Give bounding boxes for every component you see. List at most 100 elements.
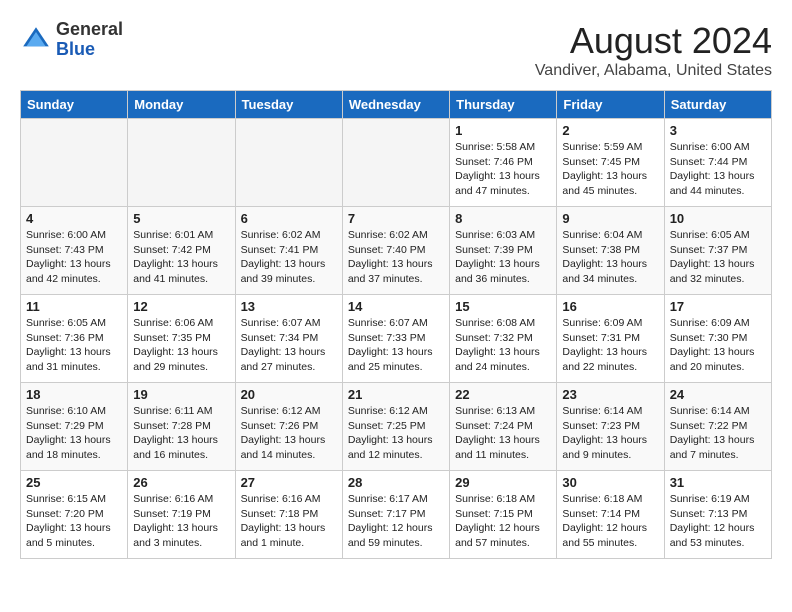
day-info: Sunrise: 6:12 AM Sunset: 7:26 PM Dayligh…: [241, 404, 337, 463]
day-info: Sunrise: 6:18 AM Sunset: 7:15 PM Dayligh…: [455, 492, 551, 551]
day-number: 5: [133, 211, 229, 226]
day-cell: 9Sunrise: 6:04 AM Sunset: 7:38 PM Daylig…: [557, 207, 664, 295]
day-cell: 15Sunrise: 6:08 AM Sunset: 7:32 PM Dayli…: [450, 295, 557, 383]
day-info: Sunrise: 6:17 AM Sunset: 7:17 PM Dayligh…: [348, 492, 444, 551]
day-number: 4: [26, 211, 122, 226]
day-cell: 24 Sunrise: 6:14 AM Sunset: 7:22 PM Dayli…: [664, 383, 771, 471]
day-cell: 16Sunrise: 6:09 AM Sunset: 7:31 PM Dayli…: [557, 295, 664, 383]
day-number: 31: [670, 475, 766, 490]
day-info: Sunrise: 6:13 AM Sunset: 7:24 PM Dayligh…: [455, 404, 551, 463]
day-info: Sunrise: 6:07 AM Sunset: 7:33 PM Dayligh…: [348, 316, 444, 375]
calendar-body: 1 Sunrise: 5:58 AM Sunset: 7:46 PM Daylig…: [21, 119, 772, 559]
day-number: 16: [562, 299, 658, 314]
day-cell: 2 Sunrise: 5:59 AM Sunset: 7:45 PM Daylig…: [557, 119, 664, 207]
weekday-header-wednesday: Wednesday: [342, 91, 449, 119]
weekday-header-monday: Monday: [128, 91, 235, 119]
day-cell: 5 Sunrise: 6:01 AM Sunset: 7:42 PM Daylig…: [128, 207, 235, 295]
day-number: 27: [241, 475, 337, 490]
day-number: 21: [348, 387, 444, 402]
logo-blue: Blue: [56, 40, 123, 60]
day-number: 29: [455, 475, 551, 490]
day-number: 17: [670, 299, 766, 314]
week-row-5: 25 Sunrise: 6:15 AM Sunset: 7:20 PM Dayli…: [21, 471, 772, 559]
weekday-header-row: SundayMondayTuesdayWednesdayThursdayFrid…: [21, 91, 772, 119]
calendar: SundayMondayTuesdayWednesdayThursdayFrid…: [20, 90, 772, 559]
day-number: 7: [348, 211, 444, 226]
day-info: Sunrise: 6:14 AM Sunset: 7:22 PM Dayligh…: [670, 404, 766, 463]
weekday-header-saturday: Saturday: [664, 91, 771, 119]
day-cell: 14 Sunrise: 6:07 AM Sunset: 7:33 PM Dayli…: [342, 295, 449, 383]
subtitle: Vandiver, Alabama, United States: [535, 62, 772, 80]
weekday-header-sunday: Sunday: [21, 91, 128, 119]
day-info: Sunrise: 6:00 AM Sunset: 7:43 PM Dayligh…: [26, 228, 122, 287]
day-cell: 8 Sunrise: 6:03 AM Sunset: 7:39 PM Daylig…: [450, 207, 557, 295]
day-cell: 6Sunrise: 6:02 AM Sunset: 7:41 PM Daylig…: [235, 207, 342, 295]
day-number: 9: [562, 211, 658, 226]
day-number: 25: [26, 475, 122, 490]
day-info: Sunrise: 5:58 AM Sunset: 7:46 PM Dayligh…: [455, 140, 551, 199]
day-number: 2: [562, 123, 658, 138]
week-row-1: 1 Sunrise: 5:58 AM Sunset: 7:46 PM Daylig…: [21, 119, 772, 207]
day-cell: [235, 119, 342, 207]
day-number: 11: [26, 299, 122, 314]
day-info: Sunrise: 6:05 AM Sunset: 7:37 PM Dayligh…: [670, 228, 766, 287]
day-info: Sunrise: 6:19 AM Sunset: 7:13 PM Dayligh…: [670, 492, 766, 551]
day-cell: 19 Sunrise: 6:11 AM Sunset: 7:28 PM Dayli…: [128, 383, 235, 471]
main-title: August 2024: [535, 20, 772, 62]
day-cell: [21, 119, 128, 207]
day-number: 14: [348, 299, 444, 314]
day-info: Sunrise: 6:03 AM Sunset: 7:39 PM Dayligh…: [455, 228, 551, 287]
logo-text: General Blue: [56, 20, 123, 60]
day-number: 1: [455, 123, 551, 138]
weekday-header-tuesday: Tuesday: [235, 91, 342, 119]
day-info: Sunrise: 6:16 AM Sunset: 7:19 PM Dayligh…: [133, 492, 229, 551]
title-area: August 2024 Vandiver, Alabama, United St…: [535, 20, 772, 80]
day-info: Sunrise: 6:00 AM Sunset: 7:44 PM Dayligh…: [670, 140, 766, 199]
day-cell: 29 Sunrise: 6:18 AM Sunset: 7:15 PM Dayli…: [450, 471, 557, 559]
logo: General Blue: [20, 20, 123, 60]
day-cell: 17 Sunrise: 6:09 AM Sunset: 7:30 PM Dayli…: [664, 295, 771, 383]
weekday-header-friday: Friday: [557, 91, 664, 119]
day-number: 10: [670, 211, 766, 226]
day-info: Sunrise: 6:15 AM Sunset: 7:20 PM Dayligh…: [26, 492, 122, 551]
day-info: Sunrise: 6:09 AM Sunset: 7:30 PM Dayligh…: [670, 316, 766, 375]
day-info: Sunrise: 5:59 AM Sunset: 7:45 PM Dayligh…: [562, 140, 658, 199]
day-number: 8: [455, 211, 551, 226]
week-row-3: 11 Sunrise: 6:05 AM Sunset: 7:36 PM Dayli…: [21, 295, 772, 383]
day-info: Sunrise: 6:06 AM Sunset: 7:35 PM Dayligh…: [133, 316, 229, 375]
day-number: 12: [133, 299, 229, 314]
day-cell: 13 Sunrise: 6:07 AM Sunset: 7:34 PM Dayli…: [235, 295, 342, 383]
day-cell: 20Sunrise: 6:12 AM Sunset: 7:26 PM Dayli…: [235, 383, 342, 471]
day-info: Sunrise: 6:02 AM Sunset: 7:40 PM Dayligh…: [348, 228, 444, 287]
day-info: Sunrise: 6:11 AM Sunset: 7:28 PM Dayligh…: [133, 404, 229, 463]
day-number: 3: [670, 123, 766, 138]
day-cell: 28 Sunrise: 6:17 AM Sunset: 7:17 PM Dayli…: [342, 471, 449, 559]
day-info: Sunrise: 6:01 AM Sunset: 7:42 PM Dayligh…: [133, 228, 229, 287]
day-number: 13: [241, 299, 337, 314]
day-cell: [128, 119, 235, 207]
day-info: Sunrise: 6:07 AM Sunset: 7:34 PM Dayligh…: [241, 316, 337, 375]
calendar-header: SundayMondayTuesdayWednesdayThursdayFrid…: [21, 91, 772, 119]
header: General Blue August 2024 Vandiver, Alaba…: [20, 20, 772, 80]
day-cell: 1 Sunrise: 5:58 AM Sunset: 7:46 PM Daylig…: [450, 119, 557, 207]
day-info: Sunrise: 6:12 AM Sunset: 7:25 PM Dayligh…: [348, 404, 444, 463]
day-cell: 22 Sunrise: 6:13 AM Sunset: 7:24 PM Dayli…: [450, 383, 557, 471]
day-cell: 7 Sunrise: 6:02 AM Sunset: 7:40 PM Daylig…: [342, 207, 449, 295]
day-cell: 10 Sunrise: 6:05 AM Sunset: 7:37 PM Dayli…: [664, 207, 771, 295]
day-number: 22: [455, 387, 551, 402]
day-cell: 18Sunrise: 6:10 AM Sunset: 7:29 PM Dayli…: [21, 383, 128, 471]
day-number: 23: [562, 387, 658, 402]
day-number: 18: [26, 387, 122, 402]
day-number: 19: [133, 387, 229, 402]
day-cell: 23Sunrise: 6:14 AM Sunset: 7:23 PM Dayli…: [557, 383, 664, 471]
day-info: Sunrise: 6:05 AM Sunset: 7:36 PM Dayligh…: [26, 316, 122, 375]
logo-icon: [20, 24, 52, 56]
day-number: 24: [670, 387, 766, 402]
day-cell: 31 Sunrise: 6:19 AM Sunset: 7:13 PM Dayli…: [664, 471, 771, 559]
day-cell: 11 Sunrise: 6:05 AM Sunset: 7:36 PM Dayli…: [21, 295, 128, 383]
day-info: Sunrise: 6:02 AM Sunset: 7:41 PM Dayligh…: [241, 228, 337, 287]
day-info: Sunrise: 6:08 AM Sunset: 7:32 PM Dayligh…: [455, 316, 551, 375]
day-cell: 4 Sunrise: 6:00 AM Sunset: 7:43 PM Daylig…: [21, 207, 128, 295]
day-number: 28: [348, 475, 444, 490]
week-row-2: 4 Sunrise: 6:00 AM Sunset: 7:43 PM Daylig…: [21, 207, 772, 295]
